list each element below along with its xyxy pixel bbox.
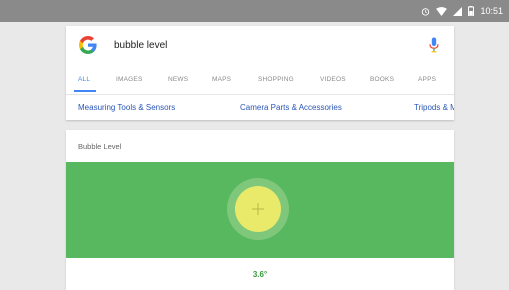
level-display bbox=[66, 162, 454, 258]
chip-camera-parts[interactable]: Camera Parts & Accessories bbox=[240, 103, 342, 112]
tab-images[interactable]: IMAGES bbox=[116, 64, 142, 94]
chip-measuring-tools[interactable]: Measuring Tools & Sensors bbox=[78, 103, 175, 112]
status-time: 10:51 bbox=[480, 6, 503, 16]
search-tabs: ALL IMAGES NEWS MAPS SHOPPING VIDEOS BOO… bbox=[66, 64, 454, 94]
tab-books[interactable]: BOOKS bbox=[370, 64, 394, 94]
search-card: bubble level ALL IMAGES NEWS MAPS SHOPPI… bbox=[66, 26, 454, 120]
crosshair-icon bbox=[252, 203, 264, 215]
search-results-page: bubble level ALL IMAGES NEWS MAPS SHOPPI… bbox=[66, 26, 454, 290]
chip-tripods[interactable]: Tripods & Mo bbox=[414, 103, 454, 112]
battery-icon bbox=[468, 6, 475, 16]
status-bar: 10:51 bbox=[0, 0, 509, 22]
level-reading: 3.6° bbox=[252, 269, 268, 279]
level-title: Bubble Level bbox=[78, 142, 122, 151]
google-logo-icon[interactable] bbox=[78, 35, 98, 55]
tab-videos[interactable]: VIDEOS bbox=[320, 64, 346, 94]
tab-apps[interactable]: APPS bbox=[418, 64, 436, 94]
tab-news[interactable]: NEWS bbox=[168, 64, 188, 94]
wifi-icon bbox=[436, 6, 448, 16]
related-chips: Measuring Tools & Sensors Camera Parts &… bbox=[66, 94, 454, 121]
signal-icon bbox=[453, 6, 463, 16]
tab-all[interactable]: ALL bbox=[73, 64, 97, 94]
search-bar[interactable]: bubble level bbox=[66, 26, 454, 64]
bubble-level-card: Bubble Level 3.6° bbox=[66, 130, 454, 290]
alarm-icon bbox=[421, 7, 430, 16]
tab-maps[interactable]: MAPS bbox=[212, 64, 231, 94]
search-input[interactable]: bubble level bbox=[114, 40, 426, 51]
mic-icon[interactable] bbox=[426, 36, 442, 54]
tab-shopping[interactable]: SHOPPING bbox=[258, 64, 294, 94]
